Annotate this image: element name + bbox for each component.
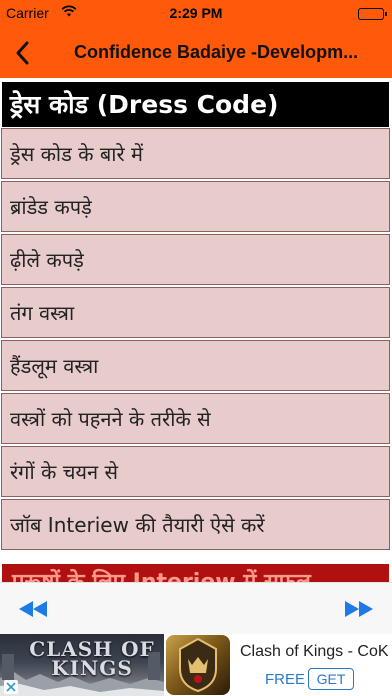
- navigation-bar: Confidence Badaiye -Developm...: [0, 28, 392, 78]
- fast-forward-icon: [345, 601, 373, 617]
- content-area[interactable]: ड्रेस कोड (Dress Code) ड्रेस कोड के बारे…: [0, 80, 392, 582]
- list-item[interactable]: हैंडलूम वस्त्रा: [1, 340, 390, 391]
- next-button[interactable]: [342, 596, 376, 622]
- ad-banner[interactable]: CLASH OF KINGS Clash of Kings - CoK FREE…: [0, 634, 392, 696]
- pager-bar: [0, 582, 392, 634]
- nav-title: Confidence Badaiye -Developm...: [74, 42, 359, 62]
- previous-button[interactable]: [16, 596, 50, 622]
- app-icon: [166, 635, 230, 695]
- ad-get-button[interactable]: GET: [308, 668, 354, 690]
- status-time: 2:29 PM: [169, 5, 223, 21]
- battery-icon: [358, 8, 387, 20]
- ad-app-name: Clash of Kings - CoK: [240, 643, 389, 660]
- back-button[interactable]: [8, 36, 36, 70]
- ad-price-label: FREE: [265, 671, 306, 688]
- topic-list: ड्रेस कोड के बारे में ब्रांडेड कपड़े ढ़ी…: [0, 128, 392, 552]
- status-bar: Carrier 2:29 PM: [0, 0, 392, 28]
- section-heading: ड्रेस कोड (Dress Code): [2, 82, 389, 127]
- list-item[interactable]: रंगों के चयन से: [1, 446, 390, 497]
- ad-close-icon[interactable]: [4, 680, 18, 694]
- chevron-left-icon: [16, 41, 29, 65]
- list-item[interactable]: ब्रांडेड कपड़े: [1, 181, 390, 232]
- ad-artwork: CLASH OF KINGS: [0, 634, 164, 696]
- list-item[interactable]: तंग वस्त्रा: [1, 287, 390, 338]
- list-item[interactable]: ढ़ीले कपड़े: [1, 234, 390, 285]
- list-item[interactable]: जॉब Interiew की तैयारी ऐसे करें: [1, 499, 390, 550]
- list-item[interactable]: ड्रेस कोड के बारे में: [1, 128, 390, 179]
- rewind-icon: [19, 601, 47, 617]
- next-section-heading: पुरूषों के लिए Interiew में सफल: [2, 564, 389, 582]
- ad-banner-title: CLASH OF KINGS: [29, 637, 155, 680]
- list-item[interactable]: वस्त्रों को पहनने के तरीके से: [1, 393, 390, 444]
